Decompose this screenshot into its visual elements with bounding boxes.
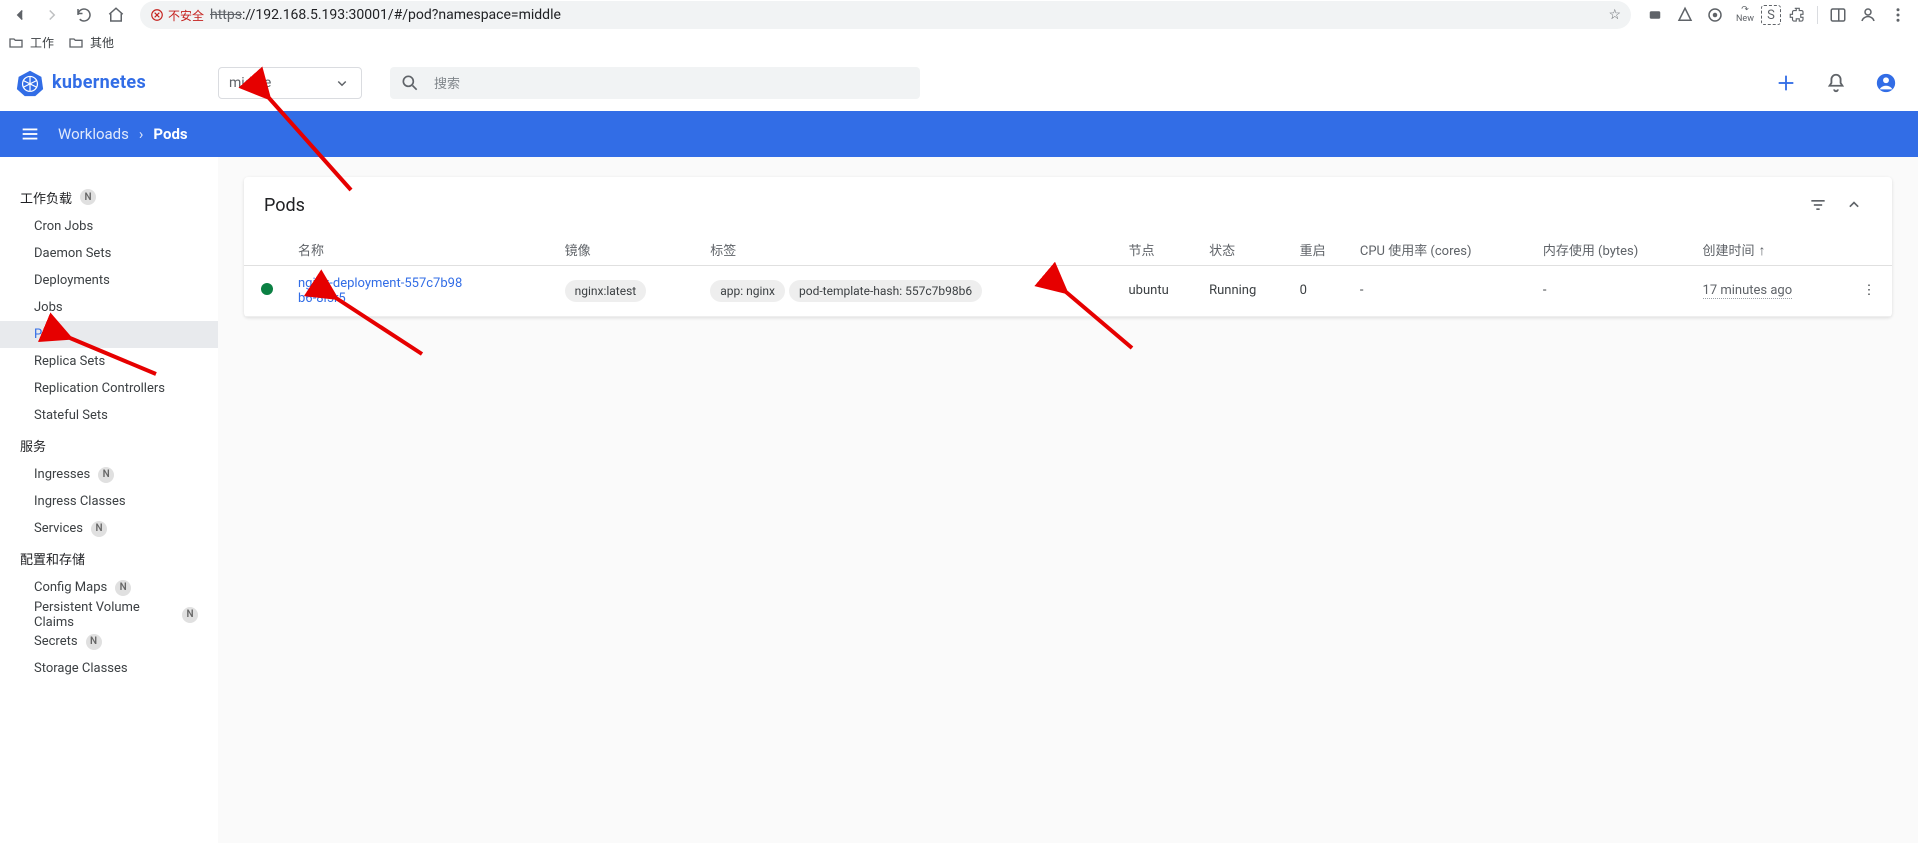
back-icon[interactable] (6, 1, 34, 29)
namespace-value: middle (229, 75, 271, 91)
profile-icon[interactable] (1854, 1, 1882, 29)
create-button[interactable] (1770, 67, 1802, 99)
address-bar[interactable]: 不安全 https://192.168.5.193:30001/#/pod?na… (140, 1, 1631, 29)
pod-name-link[interactable]: nginx-deployment-557c7b98b6-8l5r5 (298, 276, 468, 306)
account-icon[interactable] (1870, 67, 1902, 99)
created-cell: 17 minutes ago (1703, 283, 1793, 299)
browser-right-icons: ↷New S (1641, 1, 1912, 29)
sidebar-group-title: 工作负载N (0, 181, 218, 213)
ext-s-icon[interactable]: S (1761, 5, 1781, 25)
sidebar: 工作负载NCron JobsDaemon SetsDeploymentsJobs… (0, 157, 218, 843)
pods-card: Pods 名称 镜像 标签 节点 状态 重启 CPU 使用率 (cores) (244, 177, 1892, 317)
sidebar-item-replica-sets[interactable]: Replica Sets (0, 348, 218, 375)
namespace-select[interactable]: middle (218, 67, 362, 99)
col-node[interactable]: 节点 (1121, 233, 1202, 265)
sidebar-item-replication-controllers[interactable]: Replication Controllers (0, 375, 218, 402)
restarts-cell: 0 (1292, 265, 1352, 316)
insecure-label: 不安全 (168, 7, 204, 24)
chevron-right-icon: › (139, 125, 144, 143)
mem-cell: - (1535, 265, 1695, 316)
sidebar-item-stateful-sets[interactable]: Stateful Sets (0, 402, 218, 429)
sidebar-item-secrets[interactable]: SecretsN (0, 628, 218, 655)
sidebar-item-cron-jobs[interactable]: Cron Jobs (0, 213, 218, 240)
sidebar-item-daemon-sets[interactable]: Daemon Sets (0, 240, 218, 267)
card-title: Pods (264, 195, 305, 216)
sidebar-item-deployments[interactable]: Deployments (0, 267, 218, 294)
badge: N (98, 467, 114, 483)
sidebar-group-title: 配置和存储 (0, 542, 218, 574)
sidebar-item-persistent-volume-claims[interactable]: Persistent Volume ClaimsN (0, 601, 218, 628)
browser-toolbar: 不安全 https://192.168.5.193:30001/#/pod?na… (0, 0, 1918, 30)
sidebar-item-services[interactable]: ServicesN (0, 515, 218, 542)
row-menu-icon[interactable]: ⋮ (1863, 283, 1876, 298)
col-labels[interactable]: 标签 (702, 233, 1120, 265)
bookmark-folder-work[interactable]: 工作 (8, 34, 54, 51)
search-icon (400, 73, 420, 93)
sidebar-item-config-maps[interactable]: Config MapsN (0, 574, 218, 601)
sidebar-item-ingresses[interactable]: IngressesN (0, 461, 218, 488)
star-icon[interactable]: ☆ (1608, 7, 1621, 23)
search-input[interactable]: 搜索 (390, 67, 920, 99)
image-chip: nginx:latest (565, 280, 647, 302)
cpu-cell: - (1352, 265, 1535, 316)
ext1-icon[interactable] (1641, 1, 1669, 29)
chrome-menu-icon[interactable] (1884, 1, 1912, 29)
hamburger-icon[interactable] (12, 116, 48, 152)
sidebar-item-pods[interactable]: Pods (0, 321, 218, 348)
filter-icon[interactable] (1800, 187, 1836, 223)
insecure-badge: 不安全 (150, 7, 204, 24)
col-created[interactable]: 创建时间↑ (1695, 233, 1846, 265)
url-text: https://192.168.5.193:30001/#/pod?namesp… (210, 7, 1602, 23)
label-chip: app: nginx (710, 280, 785, 302)
collapse-icon[interactable] (1836, 187, 1872, 223)
node-cell: ubuntu (1121, 265, 1202, 316)
extensions-icon[interactable] (1783, 1, 1811, 29)
search-placeholder: 搜索 (434, 73, 460, 92)
sidebar-item-ingress-classes[interactable]: Ingress Classes (0, 488, 218, 515)
sidebar-group-title: 服务 (0, 429, 218, 461)
sidebar-item-jobs[interactable]: Jobs (0, 294, 218, 321)
content: Pods 名称 镜像 标签 节点 状态 重启 CPU 使用率 (cores) (218, 157, 1918, 843)
col-memory[interactable]: 内存使用 (bytes) (1535, 233, 1695, 265)
badge: N (86, 634, 102, 650)
sort-asc-icon: ↑ (1759, 242, 1766, 259)
bookmark-folder-other[interactable]: 其他 (68, 34, 114, 51)
col-name[interactable]: 名称 (290, 233, 557, 265)
badge: N (115, 580, 131, 596)
badge: N (91, 521, 107, 537)
app-header: kubernetes middle 搜索 (0, 55, 1918, 111)
reload-icon[interactable] (70, 1, 98, 29)
col-cpu[interactable]: CPU 使用率 (cores) (1352, 233, 1535, 265)
forward-icon[interactable] (38, 1, 66, 29)
logo[interactable]: kubernetes (16, 69, 146, 97)
ext2-icon[interactable] (1671, 1, 1699, 29)
home-icon[interactable] (102, 1, 130, 29)
ext3-icon[interactable] (1701, 1, 1729, 29)
breadcrumb-current: Pods (153, 125, 187, 143)
col-image[interactable]: 镜像 (557, 233, 703, 265)
notifications-icon[interactable] (1820, 67, 1852, 99)
status-dot (261, 283, 273, 295)
badge: N (80, 189, 96, 205)
breadcrumb-workloads[interactable]: Workloads (58, 125, 129, 143)
bookmarks-bar: 工作 其他 (0, 30, 1918, 55)
badge: N (182, 607, 198, 623)
ext-new-icon[interactable]: ↷New (1731, 1, 1759, 29)
chevron-down-icon (333, 74, 351, 92)
table-row: nginx-deployment-557c7b98b6-8l5r5 nginx:l… (244, 265, 1892, 316)
sidepanel-icon[interactable] (1824, 1, 1852, 29)
label-chip: pod-template-hash: 557c7b98b6 (789, 280, 982, 302)
status-cell: Running (1201, 265, 1292, 316)
sidebar-item-storage-classes[interactable]: Storage Classes (0, 655, 218, 682)
col-status[interactable]: 状态 (1201, 233, 1292, 265)
pods-table: 名称 镜像 标签 节点 状态 重启 CPU 使用率 (cores) 内存使用 (… (244, 233, 1892, 317)
breadcrumb-bar: Workloads › Pods (0, 111, 1918, 157)
brand-text: kubernetes (52, 72, 146, 93)
col-restarts[interactable]: 重启 (1292, 233, 1352, 265)
